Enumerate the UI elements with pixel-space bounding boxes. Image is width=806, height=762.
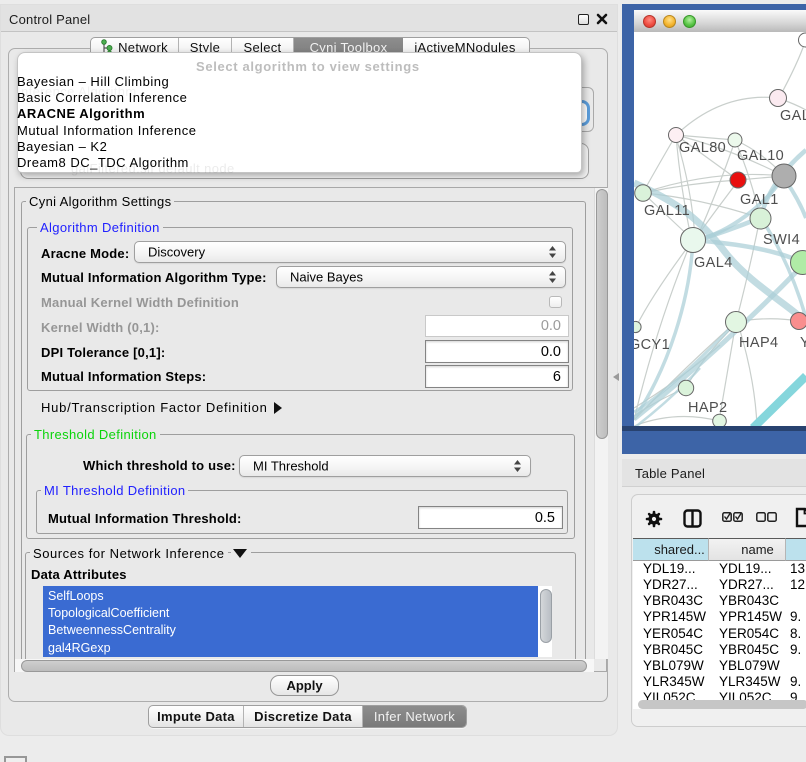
svg-text:Y: Y xyxy=(800,335,806,351)
svg-text:HAP2: HAP2 xyxy=(688,400,727,416)
svg-text:GAL80: GAL80 xyxy=(679,140,726,156)
svg-text:GAL10: GAL10 xyxy=(737,148,784,164)
svg-text:GAL11: GAL11 xyxy=(644,203,690,219)
svg-text:HAP4: HAP4 xyxy=(739,335,778,351)
svg-text:GAL: GAL xyxy=(780,108,806,124)
svg-text:GCY1: GCY1 xyxy=(634,337,670,353)
svg-text:GAL1: GAL1 xyxy=(740,192,779,208)
svg-text:GAL4: GAL4 xyxy=(694,255,733,271)
svg-text:SWI4: SWI4 xyxy=(763,232,800,248)
